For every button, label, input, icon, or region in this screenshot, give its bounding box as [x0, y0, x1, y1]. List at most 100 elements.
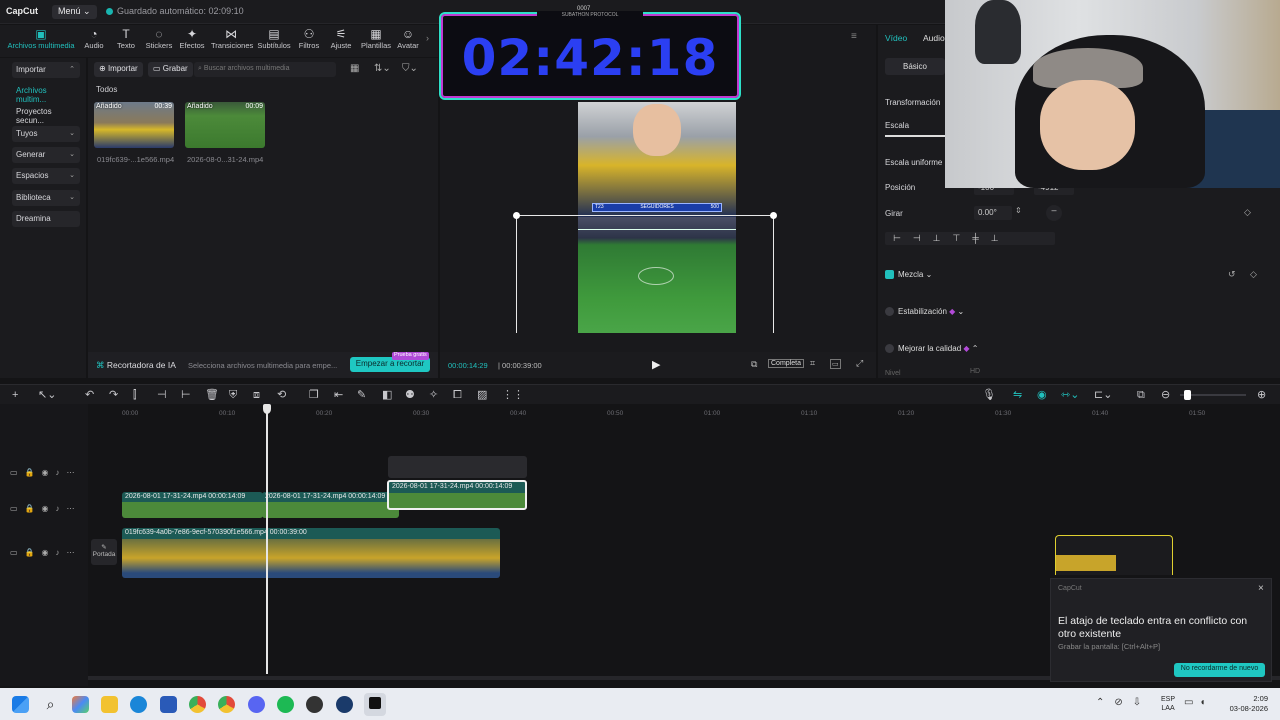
zoom-slider-thumb[interactable] — [1184, 390, 1191, 400]
cover-button[interactable]: ✎ Portada — [91, 539, 117, 565]
rotate-field[interactable]: 0.00° — [974, 206, 1012, 220]
resize-handle[interactable] — [770, 212, 777, 219]
zoom-out-icon[interactable]: ⊖ — [1161, 389, 1170, 401]
search-icon[interactable]: ⌕ — [42, 696, 59, 713]
sidebar-item-archivos[interactable]: Archivos multim... — [12, 83, 80, 104]
media-thumbnail-1[interactable]: Añadido 00:39 — [94, 102, 174, 148]
microphone-icon[interactable]: 🎙 — [982, 389, 996, 401]
playhead[interactable] — [266, 404, 268, 674]
fit-icon[interactable]: ⌗ — [810, 358, 815, 369]
store-icon[interactable] — [160, 696, 177, 713]
blend-checkbox[interactable] — [885, 270, 894, 279]
track-controls-2[interactable]: ▭🔒◉♪⋯ — [10, 504, 82, 513]
sidebar-item-generar[interactable]: Generar ⌄ — [12, 147, 80, 163]
pen-icon[interactable]: ✎ — [357, 389, 366, 401]
keyframe-icon[interactable]: ◇ — [1250, 269, 1257, 280]
spotify-icon[interactable] — [277, 696, 294, 713]
tool-subtitulos[interactable]: ▤ Subtítulos — [254, 27, 294, 50]
snap-icon[interactable]: ⇿⌄ — [1061, 389, 1079, 401]
stepper-icon[interactable]: ⇕ — [1015, 206, 1022, 215]
audio-wave-icon[interactable]: ⋮⋮ — [502, 389, 524, 401]
network-volume-icons[interactable]: ▭◖ — [1184, 697, 1212, 708]
timeline-clip[interactable]: 2026-08-01 17-31-24.mp4 00:00:14:09 — [122, 492, 263, 518]
sidebar-item-tuyos[interactable]: Tuyos ⌄ — [12, 126, 80, 142]
tool-transiciones[interactable]: ⋈ Transiciones — [211, 27, 253, 50]
close-icon[interactable]: × — [1258, 583, 1264, 594]
chevron-right-icon[interactable]: › — [426, 33, 429, 43]
chrome-profile-icon[interactable] — [218, 696, 235, 713]
grid-view-icon[interactable]: ▦ — [350, 63, 359, 74]
playhead-handle[interactable] — [263, 404, 271, 414]
chrome-icon[interactable] — [189, 696, 206, 713]
clock[interactable]: 2:09 03-08-2026 — [1222, 694, 1268, 714]
record-button[interactable]: ▭ Grabar — [148, 62, 193, 77]
split-left-icon[interactable]: ⊣ — [157, 389, 167, 401]
dont-remind-button[interactable]: No recordarme de nuevo — [1174, 663, 1265, 677]
edge-icon[interactable] — [130, 696, 147, 713]
tool-ajuste[interactable]: ⚟ Ajuste — [321, 27, 361, 50]
freeze-icon[interactable]: ❐ — [309, 389, 319, 401]
keyframe-icon[interactable]: ◇ — [1244, 207, 1251, 218]
filter-icon[interactable]: ⛉⌄ — [402, 63, 418, 74]
mirror-icon[interactable]: ◧ — [382, 389, 392, 401]
track-controls-1[interactable]: ▭🔒◉♪⋯ — [10, 468, 82, 477]
magnet-icon[interactable]: ◉ — [1037, 389, 1047, 401]
tray-icons[interactable]: ⌃⊘⇩ — [1096, 697, 1151, 708]
copilot-icon[interactable] — [72, 696, 89, 713]
rotate-dial-icon[interactable]: – — [1046, 205, 1062, 221]
sidebar-item-importar[interactable]: Importar ⌃ — [12, 62, 80, 78]
person-icon[interactable]: ⚉ — [405, 389, 415, 401]
level-select[interactable]: HD — [970, 368, 1260, 378]
crop-icon[interactable]: ⧉ — [751, 359, 757, 370]
transform-icon[interactable]: ⟲ — [277, 389, 286, 401]
timeline-clip-selected[interactable]: 2026-08-01 17-31-24.mp4 00:00:14:09 — [387, 480, 527, 510]
timeline-clip-main[interactable]: 019fc639-4a0b-7e86-9ecf-570390f1e566.mp4… — [122, 528, 500, 578]
redo-icon[interactable]: ↷ — [109, 389, 118, 401]
reverse-icon[interactable]: ⇤ — [334, 389, 343, 401]
magic-icon[interactable]: ✧ — [429, 389, 438, 401]
fullscreen-icon[interactable]: ⤢ — [856, 358, 863, 369]
delete-icon[interactable]: 🗑 — [205, 389, 219, 401]
timeline-clip[interactable]: 2026-08-01 17-31-24.mp4 00:00:14:09 — [262, 492, 399, 518]
start-icon[interactable] — [12, 696, 29, 713]
quality-button[interactable]: Completa — [768, 359, 804, 368]
obs-icon[interactable] — [306, 696, 323, 713]
discord-icon[interactable] — [248, 696, 265, 713]
filter-all-label[interactable]: Todos — [96, 85, 117, 94]
basic-tab[interactable]: Básico — [885, 58, 945, 75]
split-icon[interactable]: ⫿ — [133, 389, 137, 401]
media-thumbnail-2[interactable]: Añadido 00:09 — [185, 102, 265, 148]
menu-button[interactable]: Menú ⌄ — [52, 5, 97, 19]
caption-icon[interactable]: ⧉ — [1137, 389, 1145, 401]
image-icon[interactable]: ▨ — [477, 389, 487, 401]
zoom-in-icon[interactable]: ⊕ — [1257, 389, 1266, 401]
steam-icon[interactable] — [336, 696, 353, 713]
sidebar-item-biblioteca[interactable]: Biblioteca ⌄ — [12, 190, 80, 206]
sidebar-item-proyectos[interactable]: Proyectos secun... — [12, 104, 80, 125]
track-controls-3[interactable]: ▭🔒◉♪⋯ — [10, 548, 82, 557]
preview-axis-icon[interactable]: ⊏⌄ — [1094, 389, 1112, 401]
import-button[interactable]: ⊕ Importar — [94, 62, 143, 77]
stabilization-checkbox[interactable] — [885, 307, 894, 316]
shield-icon[interactable]: ⛨ — [229, 389, 237, 401]
tab-video[interactable]: Vídeo — [885, 33, 907, 43]
select-cursor-icon[interactable]: ↖⌄ — [38, 389, 56, 401]
language-indicator[interactable]: ESP LAA — [1161, 695, 1175, 713]
tool-archivos-multimedia[interactable]: ▣ Archivos multimedia — [2, 27, 80, 50]
split-right-icon[interactable]: ⊢ — [181, 389, 191, 401]
sidebar-item-dreamina[interactable]: Dreamina — [12, 211, 80, 227]
crop-icon[interactable]: ⧈ — [253, 389, 260, 401]
tab-audio[interactable]: Audio — [923, 33, 945, 43]
webcam-layer[interactable]: T23 SEGUIDORES 500 — [578, 102, 736, 217]
undo-icon[interactable]: ↶ — [85, 389, 94, 401]
ratio-icon[interactable]: ▭ — [830, 359, 841, 369]
add-icon[interactable]: + — [12, 389, 18, 401]
resize-handle[interactable] — [513, 212, 520, 219]
align-toolbar[interactable]: ⊢⊣⊥⊤╪⊥ — [885, 232, 1055, 245]
sidebar-item-espacios[interactable]: Espacios ⌄ — [12, 168, 80, 184]
sort-icon[interactable]: ⇅⌄ — [374, 63, 391, 74]
link-icon[interactable]: ⇋ — [1013, 389, 1022, 401]
tool-avatar[interactable]: ☺ Avatar — [388, 27, 428, 50]
play-icon[interactable]: ▶ — [652, 358, 660, 371]
menu-lines-icon[interactable]: ≡ — [851, 31, 857, 42]
